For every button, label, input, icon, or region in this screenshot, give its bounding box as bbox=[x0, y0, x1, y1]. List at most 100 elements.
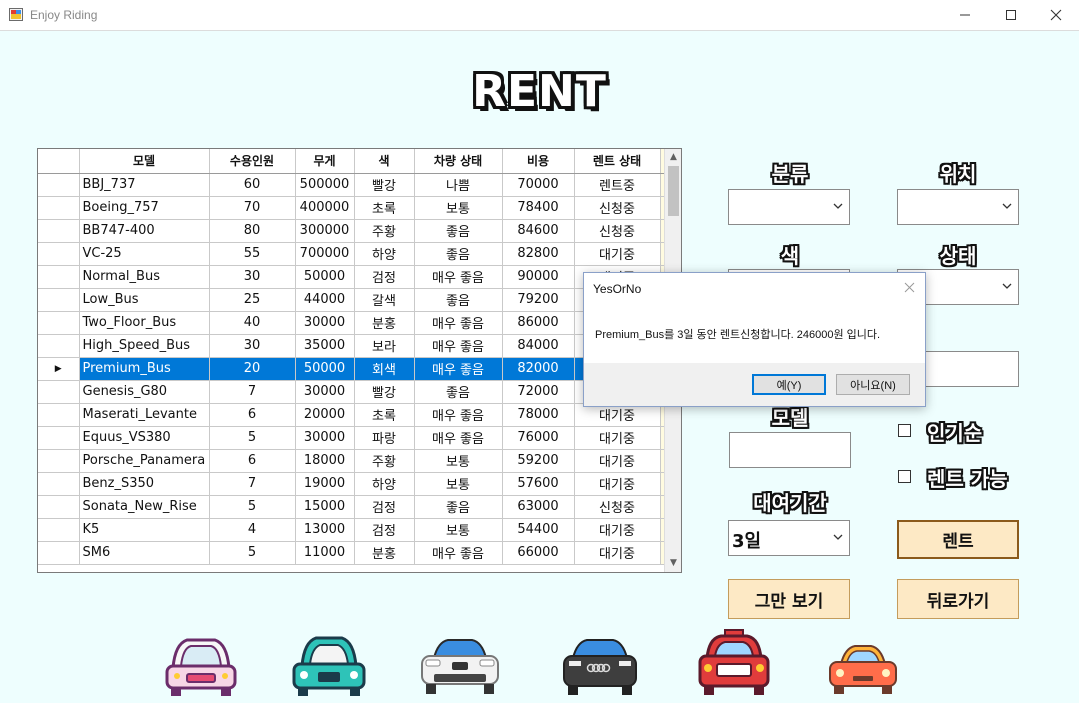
table-row[interactable]: Equus_VS380 5 30000 파랑 매우 좋음 76000 대기중 bbox=[38, 426, 665, 450]
table-row[interactable]: ▶Premium_Bus2050000회색매우 좋음82000대기중 bbox=[38, 357, 665, 381]
table-cell-cost[interactable]: 59200 bbox=[502, 449, 575, 473]
table-cell-model[interactable]: Low_Bus bbox=[79, 288, 210, 312]
table-cell-color[interactable]: 갈색 bbox=[354, 288, 415, 312]
table-row[interactable]: Low_Bus2544000갈색좋음79200대기중 bbox=[38, 288, 665, 312]
table-cell-weight[interactable]: 700000 bbox=[295, 242, 355, 266]
table-cell-model[interactable]: Sonata_New_Rise bbox=[79, 495, 210, 519]
close-button[interactable] bbox=[1033, 0, 1079, 30]
car-icon[interactable] bbox=[697, 628, 771, 698]
row-header[interactable] bbox=[38, 403, 80, 427]
table-cell-condition[interactable]: 매우 좋음 bbox=[414, 265, 503, 289]
table-cell-capacity[interactable]: 70 bbox=[209, 196, 296, 220]
table-cell-cost[interactable]: 79200 bbox=[502, 288, 575, 312]
column-header-model[interactable]: 모델 bbox=[79, 149, 210, 174]
table-cell-color[interactable]: 분홍 bbox=[354, 541, 415, 565]
table-row[interactable]: Benz_S350 7 19000 하양 보통 57600 대기중 bbox=[38, 472, 665, 496]
car-icon[interactable] bbox=[290, 628, 368, 698]
table-row[interactable]: BB747-400 80 300000 주황 좋음 84600 신청중 bbox=[38, 219, 665, 243]
table-cell-color[interactable]: 주황 bbox=[354, 219, 415, 243]
row-header[interactable] bbox=[38, 173, 80, 197]
table-cell-condition[interactable]: 좋음 bbox=[414, 380, 503, 404]
table-cell-condition[interactable]: 매우 좋음 bbox=[414, 541, 503, 565]
table-cell-condition[interactable]: 좋음 bbox=[414, 288, 503, 312]
table-cell-color[interactable]: 검정 bbox=[354, 265, 415, 289]
table-cell-model[interactable]: Boeing_757 bbox=[79, 196, 210, 220]
table-cell-condition[interactable]: 나쁨 bbox=[414, 173, 503, 197]
row-header[interactable] bbox=[38, 219, 80, 243]
table-cell-condition[interactable]: 매우 좋음 bbox=[414, 403, 503, 427]
car-icon[interactable] bbox=[163, 628, 239, 698]
row-header[interactable] bbox=[38, 311, 80, 335]
table-cell-capacity[interactable]: 7 bbox=[209, 472, 296, 496]
table-cell-condition[interactable]: 보통 bbox=[414, 518, 503, 542]
table-row[interactable]: VC-25 55 700000 하양 좋음 82800 대기중 bbox=[38, 242, 665, 266]
table-cell-condition[interactable]: 보통 bbox=[414, 449, 503, 473]
table-cell-color[interactable]: 빨강 bbox=[354, 173, 415, 197]
table-cell-weight[interactable]: 35000 bbox=[295, 334, 355, 358]
table-cell-weight[interactable]: 11000 bbox=[295, 541, 355, 565]
table-cell-cost[interactable]: 57600 bbox=[502, 472, 575, 496]
row-header[interactable] bbox=[38, 449, 80, 473]
column-header-condition[interactable]: 차량 상태 bbox=[414, 149, 503, 174]
row-header[interactable] bbox=[38, 426, 80, 450]
table-row[interactable]: K5 4 13000 검정 보통 54400 대기중 bbox=[38, 518, 665, 542]
column-header-cost[interactable]: 비용 bbox=[502, 149, 575, 174]
table-row[interactable]: Boeing_757 70 400000 초록 보통 78400 신청중 bbox=[38, 196, 665, 220]
table-row[interactable]: BBJ_737 60 500000 빨강 나쁨 70000 렌트중 bbox=[38, 173, 665, 197]
table-cell-weight[interactable]: 13000 bbox=[295, 518, 355, 542]
table-cell-cost[interactable]: 90000 bbox=[502, 265, 575, 289]
table-cell-cost[interactable]: 54400 bbox=[502, 518, 575, 542]
table-cell-weight[interactable]: 44000 bbox=[295, 288, 355, 312]
table-cell-cost[interactable]: 84000 bbox=[502, 334, 575, 358]
car-icon[interactable] bbox=[418, 628, 502, 698]
column-header-color[interactable]: 색 bbox=[354, 149, 415, 174]
row-header[interactable] bbox=[38, 541, 80, 565]
table-cell-model[interactable]: K5 bbox=[79, 518, 210, 542]
table-cell-cost[interactable]: 63000 bbox=[502, 495, 575, 519]
table-cell-condition[interactable]: 매우 좋음 bbox=[414, 334, 503, 358]
row-header[interactable] bbox=[38, 380, 80, 404]
row-header[interactable] bbox=[38, 472, 80, 496]
table-cell-cost[interactable]: 78400 bbox=[502, 196, 575, 220]
table-cell-color[interactable]: 하양 bbox=[354, 242, 415, 266]
table-cell-condition[interactable]: 매우 좋음 bbox=[414, 311, 503, 335]
table-cell-model[interactable]: Maserati_Levante bbox=[79, 403, 210, 427]
table-cell-color[interactable]: 초록 bbox=[354, 403, 415, 427]
table-cell-capacity[interactable]: 5 bbox=[209, 426, 296, 450]
available-label[interactable]: 렌트 가능 bbox=[927, 463, 1008, 492]
popular-label[interactable]: 인기순 bbox=[927, 417, 982, 446]
table-cell-weight[interactable]: 30000 bbox=[295, 380, 355, 404]
table-cell-color[interactable]: 초록 bbox=[354, 196, 415, 220]
table-cell-model[interactable]: BB747-400 bbox=[79, 219, 210, 243]
table-cell-model[interactable]: SM6 bbox=[79, 541, 210, 565]
row-header[interactable] bbox=[38, 196, 80, 220]
table-cell-capacity[interactable]: 7 bbox=[209, 380, 296, 404]
table-row[interactable]: Maserati_Levante 6 20000 초록 매우 좋음 78000 대기중 bbox=[38, 403, 665, 427]
table-cell-rent-status[interactable]: 신청중 bbox=[574, 219, 661, 243]
table-cell-rent-status[interactable]: 대기중 bbox=[574, 426, 661, 450]
back-button[interactable]: 뒤로가기 bbox=[897, 579, 1019, 619]
row-header[interactable] bbox=[38, 495, 80, 519]
table-cell-capacity[interactable]: 5 bbox=[209, 541, 296, 565]
table-cell-weight[interactable]: 20000 bbox=[295, 403, 355, 427]
table-cell-color[interactable]: 검정 bbox=[354, 495, 415, 519]
table-cell-capacity[interactable]: 30 bbox=[209, 334, 296, 358]
table-cell-condition[interactable]: 좋음 bbox=[414, 495, 503, 519]
table-cell-color[interactable]: 주황 bbox=[354, 449, 415, 473]
table-cell-condition[interactable]: 매우 좋음 bbox=[414, 357, 503, 381]
table-cell-weight[interactable]: 30000 bbox=[295, 426, 355, 450]
table-cell-color[interactable]: 보라 bbox=[354, 334, 415, 358]
table-cell-model[interactable]: BBJ_737 bbox=[79, 173, 210, 197]
row-header[interactable] bbox=[38, 518, 80, 542]
table-cell-cost[interactable]: 72000 bbox=[502, 380, 575, 404]
table-cell-cost[interactable]: 86000 bbox=[502, 311, 575, 335]
rent-button[interactable]: 렌트 bbox=[897, 520, 1019, 559]
table-cell-cost[interactable]: 84600 bbox=[502, 219, 575, 243]
table-cell-capacity[interactable]: 4 bbox=[209, 518, 296, 542]
dialog-yes-button[interactable]: 예(Y) bbox=[752, 374, 826, 395]
table-cell-weight[interactable]: 15000 bbox=[295, 495, 355, 519]
column-header-capacity[interactable]: 수용인원 bbox=[209, 149, 296, 174]
table-cell-color[interactable]: 검정 bbox=[354, 518, 415, 542]
table-cell-condition[interactable]: 보통 bbox=[414, 472, 503, 496]
stop-viewing-button[interactable]: 그만 보기 bbox=[728, 579, 850, 619]
